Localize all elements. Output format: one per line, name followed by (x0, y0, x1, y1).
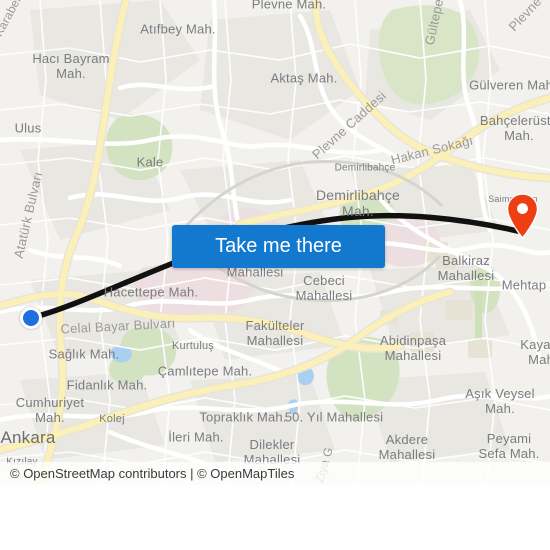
map-attribution[interactable]: © OpenStreetMap contributors | © OpenMap… (10, 466, 294, 481)
screenshot-root: Atıfbey Mah. Plevne Mah. Hacı Bayram Mah. Ak… (0, 0, 550, 550)
map-canvas[interactable]: Atıfbey Mah. Plevne Mah. Hacı Bayram Mah. Ak… (0, 0, 550, 485)
take-me-there-button[interactable]: Take me there (172, 225, 385, 268)
destination-marker[interactable] (506, 193, 539, 239)
footer-bar: 11654 - Sıhhiye → Mamak moovit (0, 485, 550, 550)
origin-marker[interactable] (20, 307, 42, 329)
destination-pin-icon (506, 193, 539, 239)
